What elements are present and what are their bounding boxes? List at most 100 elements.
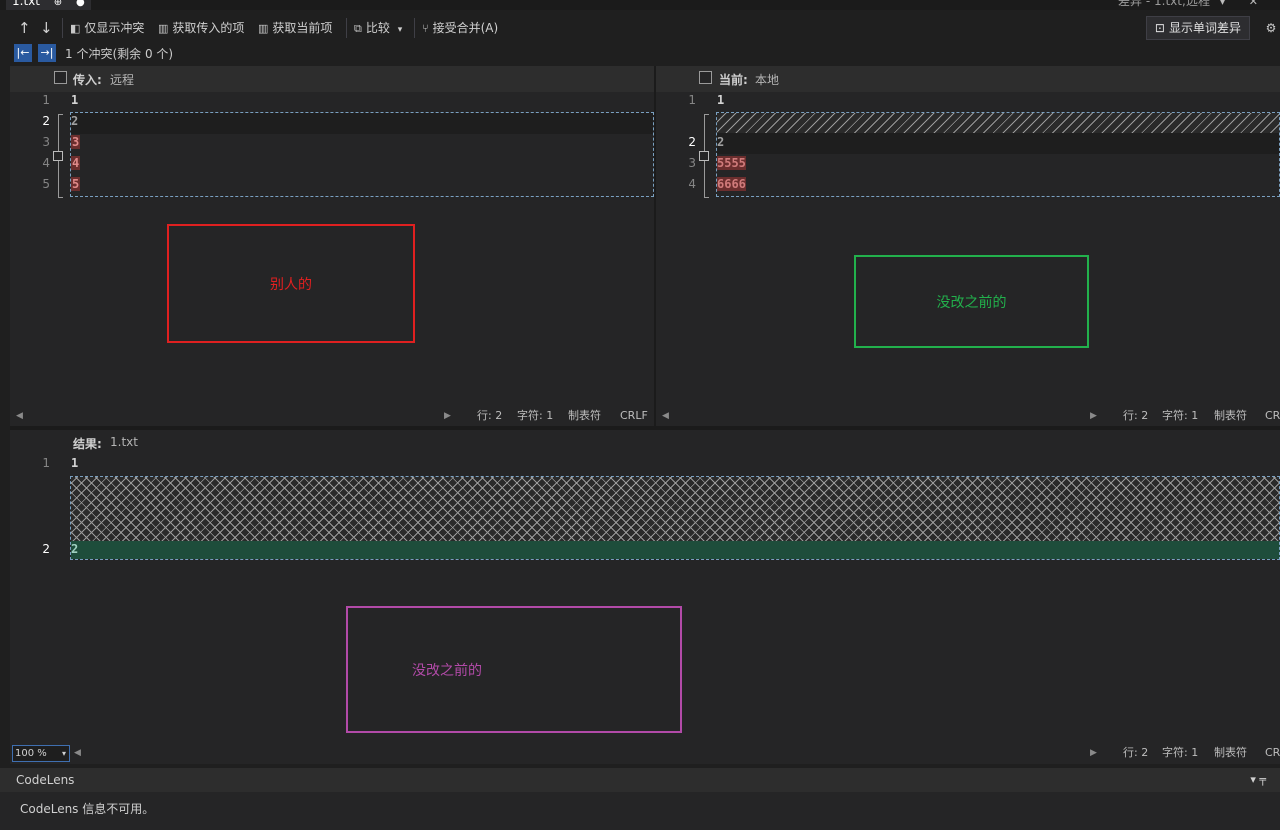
line-number: 1	[42, 93, 50, 107]
compare-icon: ⧉	[354, 22, 362, 35]
code-line: 5	[71, 174, 81, 195]
left-gutter-strip	[0, 44, 10, 768]
line-number: 1	[42, 456, 50, 470]
scroll-left-icon[interactable]: ◀	[74, 744, 81, 762]
code-line: 1	[717, 93, 725, 107]
code-line: 5555	[717, 153, 746, 174]
panel-pin-icon[interactable]: ▾ ╤	[1250, 768, 1266, 792]
status-tab[interactable]: 制表符	[568, 407, 601, 425]
take-incoming-button[interactable]: ▥ 获取传入的项	[158, 18, 244, 38]
scroll-right-icon[interactable]: ▶	[1090, 744, 1097, 762]
removed-text: 3	[71, 135, 81, 149]
incoming-header: 传入: 远程	[10, 66, 654, 92]
status-line: 行: 2	[477, 409, 503, 422]
document-tab[interactable]: 1.txt ⊕ ●	[6, 0, 91, 10]
codelens-message: CodeLens 信息不可用。	[20, 802, 155, 816]
result-header: 结果: 1.txt	[10, 430, 1280, 456]
line-number: 4	[42, 156, 50, 170]
code-line: 4	[71, 153, 81, 174]
conflict-region[interactable]	[716, 112, 1280, 197]
annotation-text: 没改之前的	[936, 294, 1007, 311]
changed-text: 6666	[717, 177, 746, 191]
status-eol[interactable]: CR	[1265, 407, 1280, 425]
incoming-status-bar: ◀ ▶ 行: 2 字符: 1 制表符 CRLF	[10, 407, 654, 425]
unsaved-dot-icon: ●	[76, 0, 85, 8]
toolbar-divider	[62, 18, 63, 38]
incoming-checkbox[interactable]	[54, 71, 67, 84]
annotation-text: 没改之前的	[412, 662, 482, 679]
scroll-left-icon[interactable]: ◀	[662, 407, 669, 425]
code-line: 2	[717, 135, 725, 149]
take-current-button[interactable]: ▥ 获取当前项	[258, 18, 332, 38]
line-number: 2	[42, 542, 50, 556]
status-eol[interactable]: CR	[1265, 744, 1280, 762]
code-line: 6666	[717, 174, 746, 195]
pin-icon[interactable]: ⊕	[54, 0, 62, 8]
take-current-checkbox[interactable]	[699, 151, 709, 161]
last-conflict-button[interactable]: →|	[38, 44, 56, 62]
merge-toolbar: ↑ ↓ ◧ 仅显示冲突 ▥ 获取传入的项 ▥ 获取当前项 ⧉ 比较 ▾ ⑂ 接受合并(A)…	[0, 10, 1280, 44]
incoming-label: 传入:	[73, 73, 102, 87]
chevron-down-icon: ▾	[397, 25, 403, 35]
code-line: 1	[71, 93, 79, 107]
gear-icon[interactable]: ⚙	[1262, 18, 1280, 38]
code-line: 2	[71, 114, 79, 128]
scroll-left-icon[interactable]: ◀	[16, 407, 23, 425]
merge-icon: ⑂	[422, 22, 429, 35]
toolbar-divider	[346, 18, 347, 38]
line-number: 1	[688, 93, 696, 107]
line-number: 2	[42, 114, 50, 128]
document-tab-title: 1.txt	[12, 0, 40, 8]
filter-icon: ◧	[70, 22, 81, 35]
chevron-down-icon: ▾	[61, 749, 66, 758]
line-number: 3	[42, 135, 50, 149]
status-char: 字符: 1	[1162, 409, 1199, 422]
current-status-bar: ◀ ▶ 行: 2 字符: 1 制表符 CR	[656, 407, 1280, 425]
code-line: 1	[71, 456, 79, 470]
take-incoming-icon: ▥	[158, 22, 169, 35]
prev-conflict-arrow-icon[interactable]: ↑	[18, 18, 31, 38]
take-incoming-checkbox[interactable]	[53, 151, 63, 161]
current-checkbox[interactable]	[699, 71, 712, 84]
status-eol[interactable]: CRLF	[620, 407, 648, 425]
line-number: 2	[688, 135, 696, 149]
zoom-dropdown[interactable]: 100 % ▾	[12, 745, 70, 762]
code-line: 3	[71, 132, 81, 153]
current-source: 本地	[755, 73, 780, 87]
scroll-right-icon[interactable]: ▶	[1090, 407, 1097, 425]
diff-window-title: 差异 - 1.txt;远程	[1118, 0, 1210, 8]
incoming-pane: 传入: 远程 1 1 2 2 3 3 4 4 5 5 别人的 ◀ ▶ 行: 2 …	[10, 66, 654, 426]
annotation-box-result: 没改之前的	[346, 606, 682, 733]
word-diff-icon: ⊡	[1154, 21, 1165, 35]
codelens-title: CodeLens	[16, 773, 75, 787]
show-word-diff-label: 显示单词差异	[1168, 21, 1241, 35]
first-conflict-button[interactable]: |←	[14, 44, 32, 62]
take-incoming-label: 获取传入的项	[172, 21, 245, 35]
current-header: 当前: 本地	[656, 66, 1280, 92]
show-word-diff-button[interactable]: ⊡ 显示单词差异	[1145, 16, 1250, 40]
status-char: 字符: 1	[1162, 746, 1199, 759]
codelens-panel-body: CodeLens 信息不可用。	[0, 792, 1280, 830]
take-current-label: 获取当前项	[272, 21, 333, 35]
conflict-region[interactable]	[70, 476, 1280, 560]
accept-merge-button[interactable]: ⑂ 接受合并(A)	[422, 18, 498, 38]
annotation-text: 别人的	[270, 276, 312, 293]
incoming-source: 远程	[110, 73, 135, 87]
window-controls[interactable]: ▾ ✕	[1220, 0, 1268, 10]
codelens-panel-header: CodeLens ▾ ╤	[0, 768, 1280, 792]
scroll-right-icon[interactable]: ▶	[444, 407, 451, 425]
status-tab[interactable]: 制表符	[1214, 407, 1247, 425]
annotation-box-incoming: 别人的	[167, 224, 415, 343]
removed-text: 5	[71, 177, 81, 191]
status-char: 字符: 1	[517, 409, 554, 422]
status-tab[interactable]: 制表符	[1214, 744, 1247, 762]
next-conflict-arrow-icon[interactable]: ↓	[40, 18, 53, 38]
status-line: 行: 2	[1123, 746, 1149, 759]
result-file: 1.txt	[110, 435, 138, 449]
result-label: 结果:	[73, 437, 102, 451]
conflict-region[interactable]	[70, 112, 654, 197]
changed-text: 5555	[717, 156, 746, 170]
compare-dropdown[interactable]: ⧉ 比较 ▾	[354, 18, 402, 38]
line-number: 3	[688, 156, 696, 170]
only-conflicts-button[interactable]: ◧ 仅显示冲突	[70, 18, 144, 38]
